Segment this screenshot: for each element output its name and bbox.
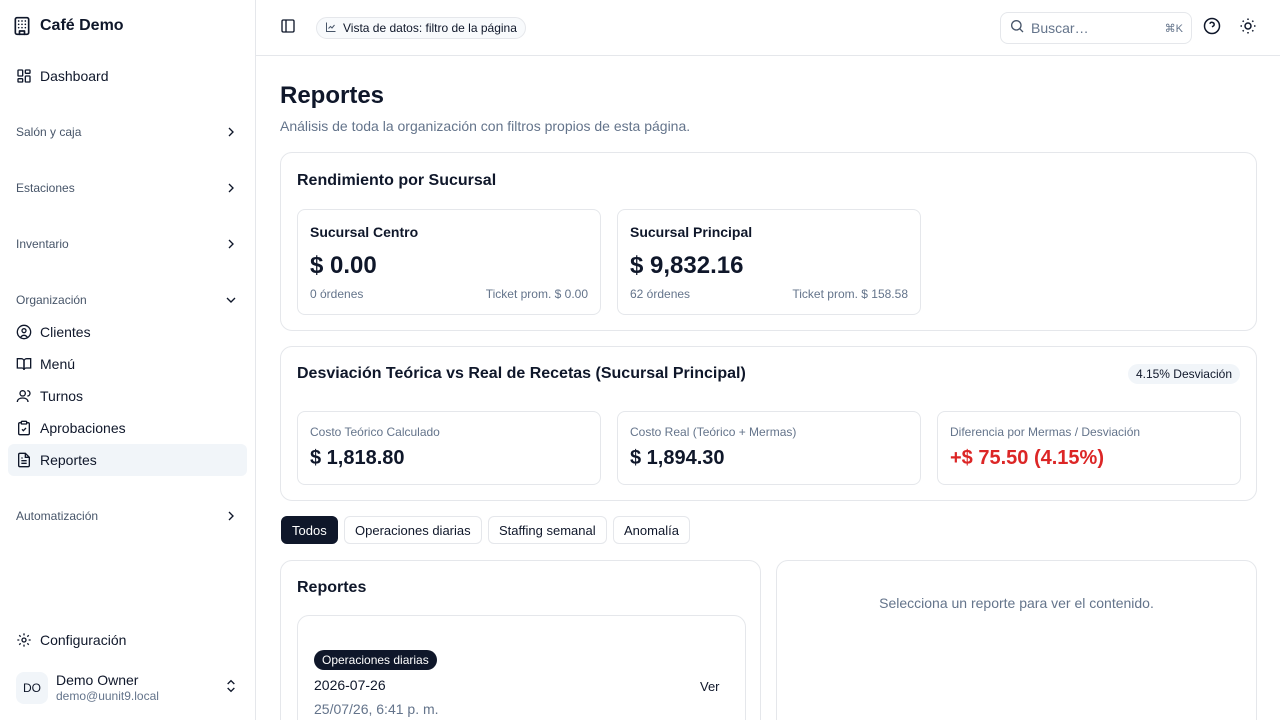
report-date: 2026-07-26 bbox=[314, 677, 386, 693]
panel-left-icon bbox=[280, 18, 296, 39]
empty-state-message: Selecciona un reporte para ver el conten… bbox=[879, 595, 1154, 611]
sidebar-item-label: Clientes bbox=[40, 324, 91, 340]
sidebar-group-salon[interactable]: Salón y caja bbox=[8, 120, 247, 144]
chevron-right-icon bbox=[223, 124, 239, 140]
branch-amount: $ 9,832.16 bbox=[630, 252, 744, 279]
avatar: DO bbox=[16, 672, 48, 704]
sidebar: Café Demo Dashboard Salón y caja Estacio… bbox=[0, 0, 256, 720]
metric-card: Costo Teórico Calculado $ 1,818.80 bbox=[297, 411, 601, 485]
chevrons-up-down-icon bbox=[223, 678, 239, 699]
chevron-right-icon bbox=[223, 180, 239, 196]
theme-toggle-button[interactable] bbox=[1236, 16, 1260, 40]
branch-orders: 0 órdenes bbox=[310, 287, 364, 301]
clipboard-check-icon bbox=[16, 420, 32, 436]
sidebar-item-label: Dashboard bbox=[40, 68, 109, 84]
brand-name: Café Demo bbox=[40, 17, 124, 34]
page-title: Reportes bbox=[280, 82, 385, 109]
user-info: Demo Owner demo@uunit9.local bbox=[56, 672, 215, 704]
user-name: Demo Owner bbox=[56, 672, 139, 688]
file-text-icon bbox=[16, 452, 32, 468]
sun-icon bbox=[1239, 17, 1257, 40]
sidebar-item-label: Reportes bbox=[40, 452, 97, 468]
sidebar-item-label: Aprobaciones bbox=[40, 420, 126, 436]
branch-ticket: Ticket prom. $ 0.00 bbox=[485, 287, 588, 301]
tab-anomalia[interactable]: Anomalía bbox=[613, 516, 690, 544]
user-menu[interactable]: DO Demo Owner demo@uunit9.local bbox=[8, 666, 247, 710]
group-label: Organización bbox=[16, 293, 87, 307]
book-open-icon bbox=[16, 356, 32, 372]
group-label: Salón y caja bbox=[16, 125, 82, 139]
sidebar-item-reportes[interactable]: Reportes bbox=[8, 444, 247, 476]
group-label: Inventario bbox=[16, 237, 69, 251]
sidebar-toggle-button[interactable] bbox=[276, 16, 300, 40]
chevron-down-icon bbox=[223, 292, 239, 308]
chevron-right-icon bbox=[223, 508, 239, 524]
branch-card: Sucursal Principal $ 9,832.16 62 órdenes… bbox=[617, 209, 921, 315]
search-box[interactable]: ⌘K bbox=[1000, 12, 1192, 44]
chevron-right-icon bbox=[223, 236, 239, 252]
sidebar-item-configuracion[interactable]: Configuración bbox=[8, 624, 247, 656]
sidebar-item-dashboard[interactable]: Dashboard bbox=[8, 60, 247, 92]
metric-value: +$ 75.50 (4.15%) bbox=[950, 447, 1104, 469]
report-type-badge: Operaciones diarias bbox=[314, 650, 437, 670]
branch-name: Sucursal Principal bbox=[630, 224, 753, 240]
report-time: 25/07/26, 6:41 p. m. bbox=[314, 701, 439, 717]
deviation-badge: 4.15% Desviación bbox=[1127, 364, 1240, 384]
sidebar-item-label: Configuración bbox=[40, 632, 127, 648]
user-email: demo@uunit9.local bbox=[56, 689, 159, 703]
report-viewer-card: Selecciona un reporte para ver el conten… bbox=[776, 560, 1257, 720]
brand[interactable]: Café Demo bbox=[12, 14, 124, 38]
card-title: Desviación Teórica vs Real de Recetas (S… bbox=[297, 365, 746, 382]
building-icon bbox=[12, 16, 32, 36]
help-button[interactable] bbox=[1200, 16, 1224, 40]
sidebar-item-clientes[interactable]: Clientes bbox=[8, 316, 247, 348]
card-title: Reportes bbox=[297, 579, 367, 596]
recipe-deviation-card: Desviación Teórica vs Real de Recetas (S… bbox=[280, 346, 1257, 501]
dashboard-icon bbox=[16, 68, 32, 84]
search-input[interactable] bbox=[1031, 20, 1151, 36]
tab-operaciones-diarias[interactable]: Operaciones diarias bbox=[344, 516, 482, 544]
branch-performance-card: Rendimiento por Sucursal Sucursal Centro… bbox=[280, 152, 1257, 331]
data-filter-chip[interactable]: Vista de datos: filtro de la página bbox=[316, 17, 526, 39]
metric-card: Diferencia por Mermas / Desviación +$ 75… bbox=[937, 411, 1241, 485]
branch-ticket: Ticket prom. $ 158.58 bbox=[792, 287, 908, 301]
card-title: Rendimiento por Sucursal bbox=[297, 172, 497, 189]
sidebar-group-inventario[interactable]: Inventario bbox=[8, 232, 247, 256]
report-item[interactable]: Operaciones diarias 2026-07-26 25/07/26,… bbox=[297, 615, 746, 720]
sidebar-item-label: Menú bbox=[40, 356, 76, 372]
tab-todos[interactable]: Todos bbox=[281, 516, 338, 544]
group-label: Estaciones bbox=[16, 181, 75, 195]
metric-card: Costo Real (Teórico + Mermas) $ 1,894.30 bbox=[617, 411, 921, 485]
search-icon bbox=[1009, 18, 1025, 39]
page-subtitle: Análisis de toda la organización con fil… bbox=[280, 118, 691, 134]
tab-staffing-semanal[interactable]: Staffing semanal bbox=[488, 516, 607, 544]
user-icon bbox=[16, 388, 32, 404]
sidebar-item-aprobaciones[interactable]: Aprobaciones bbox=[8, 412, 247, 444]
branch-orders: 62 órdenes bbox=[630, 287, 691, 301]
metric-label: Diferencia por Mermas / Desviación bbox=[950, 425, 1141, 439]
metric-label: Costo Teórico Calculado bbox=[310, 425, 440, 439]
metric-value: $ 1,818.80 bbox=[310, 447, 405, 469]
view-report-button[interactable]: Ver bbox=[690, 674, 730, 698]
user-circle-icon bbox=[16, 324, 32, 340]
branch-name: Sucursal Centro bbox=[310, 224, 419, 240]
metric-value: $ 1,894.30 bbox=[630, 447, 725, 469]
metric-label: Costo Real (Teórico + Mermas) bbox=[630, 425, 797, 439]
sidebar-item-label: Turnos bbox=[40, 388, 84, 404]
filter-chip-label: Vista de datos: filtro de la página bbox=[343, 21, 517, 35]
sidebar-item-turnos[interactable]: Turnos bbox=[8, 380, 247, 412]
help-circle-icon bbox=[1203, 17, 1221, 40]
sidebar-group-organizacion[interactable]: Organización bbox=[8, 288, 247, 312]
reports-list-card: Reportes Operaciones diarias 2026-07-26 … bbox=[280, 560, 761, 720]
topbar: Vista de datos: filtro de la página ⌘K bbox=[256, 0, 1280, 56]
chart-icon bbox=[325, 21, 337, 36]
group-label: Automatización bbox=[16, 509, 99, 523]
sidebar-item-menu[interactable]: Menú bbox=[8, 348, 247, 380]
branch-card: Sucursal Centro $ 0.00 0 órdenes Ticket … bbox=[297, 209, 601, 315]
branch-amount: $ 0.00 bbox=[310, 252, 377, 279]
gear-icon bbox=[16, 632, 32, 648]
sidebar-group-automatizacion[interactable]: Automatización bbox=[8, 504, 247, 528]
search-shortcut: ⌘K bbox=[1164, 22, 1183, 35]
sidebar-group-estaciones[interactable]: Estaciones bbox=[8, 176, 247, 200]
